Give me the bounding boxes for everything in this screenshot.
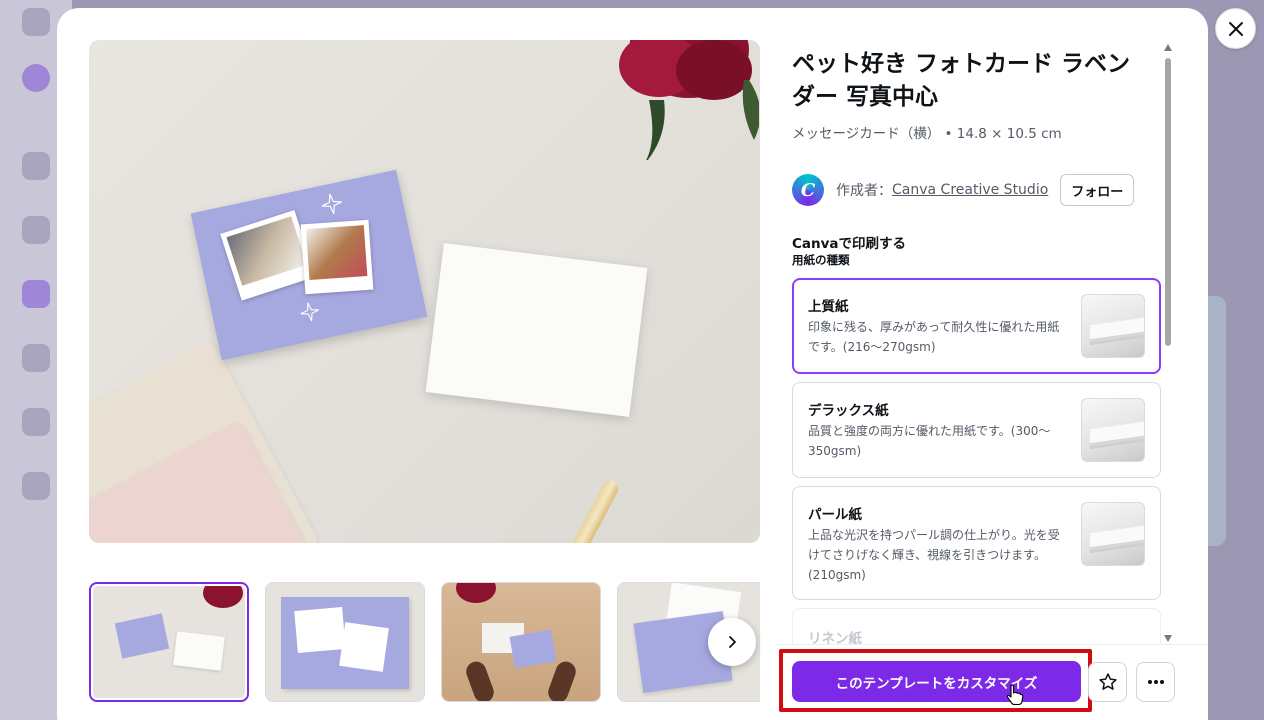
paper-option-name: パール紙 (808, 507, 862, 523)
template-title: ペット好き フォトカード ラベンダー 写真中心 (792, 51, 1131, 110)
thumbnail-3[interactable] (441, 582, 601, 702)
hand-cursor-icon (1006, 684, 1024, 706)
background-rail-item (22, 216, 50, 244)
paper-sample-image (1081, 502, 1145, 566)
template-subtitle: メッセージカード（横） • 14.8 × 10.5 cm (792, 126, 1062, 142)
paper-sample-image (1081, 294, 1145, 358)
paper-option-standard[interactable]: 上質紙 印象に残る、厚みがあって耐久性に優れた用紙です。(216〜270gsm) (792, 278, 1161, 374)
thumbnail-2[interactable] (265, 582, 425, 702)
chevron-right-icon (729, 636, 736, 648)
background-rail-item (22, 344, 50, 372)
creator-name-link[interactable]: Canva Creative Studio (892, 182, 1048, 198)
paper-option-description: 上品な光沢を持つパール調の仕上がり。光を受けてさりげなく輝き、視線を引きつけます… (808, 528, 1060, 582)
paper-type-heading: 用紙の種類 (792, 253, 850, 267)
more-horizontal-icon (1147, 680, 1164, 684)
paper-option-deluxe[interactable]: デラックス紙 品質と強度の両方に優れた用紙です。(300〜350gsm) (792, 382, 1161, 478)
sparkle-icon (321, 193, 342, 214)
print-heading: Canvaで印刷する (792, 236, 907, 252)
next-thumbnails-button[interactable] (708, 618, 756, 666)
background-rail-item (22, 152, 50, 180)
white-blank-card (425, 243, 648, 417)
sparkle-icon (300, 302, 319, 322)
thumbnail-1[interactable] (89, 582, 249, 702)
paper-option-pearl[interactable]: パール紙 上品な光沢を持つパール調の仕上がり。光を受けてさりげなく輝き、視線を引… (792, 486, 1161, 600)
template-preview-image (89, 40, 760, 543)
paper-option-linen[interactable]: リネン紙 (792, 608, 1161, 648)
paper-option-description: 品質と強度の両方に優れた用紙です。(300〜350gsm) (808, 424, 1051, 458)
gold-pen (512, 477, 622, 543)
creator-avatar[interactable]: C (792, 174, 824, 206)
scroll-thumb[interactable] (1165, 58, 1171, 346)
paper-option-name: 上質紙 (808, 299, 849, 315)
paper-option-name: デラックス紙 (808, 403, 889, 419)
highlight-annotation (779, 649, 1092, 712)
paper-option-description: 印象に残る、厚みがあって耐久性に優れた用紙です。(216〜270gsm) (808, 320, 1060, 354)
creator-label: 作成者： (836, 183, 892, 199)
background-rail-item (22, 280, 50, 308)
star-icon (1098, 673, 1117, 690)
more-options-button[interactable] (1136, 662, 1175, 702)
close-icon (1228, 21, 1243, 36)
purple-photo-card (190, 169, 428, 361)
card-photo (300, 219, 374, 295)
follow-button[interactable]: フォロー (1060, 174, 1135, 206)
paper-sample-image (1081, 398, 1145, 462)
background-rail-item (22, 408, 50, 436)
creator-row: C 作成者： Canva Creative Studio フォロー (792, 174, 1135, 206)
avatar-letter: C (800, 179, 816, 201)
favorite-button[interactable] (1088, 662, 1127, 702)
background-rail-item (22, 8, 50, 36)
background-rail-item (22, 64, 50, 92)
scroll-up-arrow[interactable] (1164, 44, 1172, 51)
close-button[interactable] (1215, 8, 1256, 49)
thumbnail-strip (89, 582, 760, 702)
scroll-down-arrow[interactable] (1164, 635, 1172, 642)
flower-decoration (619, 40, 759, 160)
panel-scrollbar[interactable] (1164, 44, 1172, 642)
background-rail-item (22, 472, 50, 500)
